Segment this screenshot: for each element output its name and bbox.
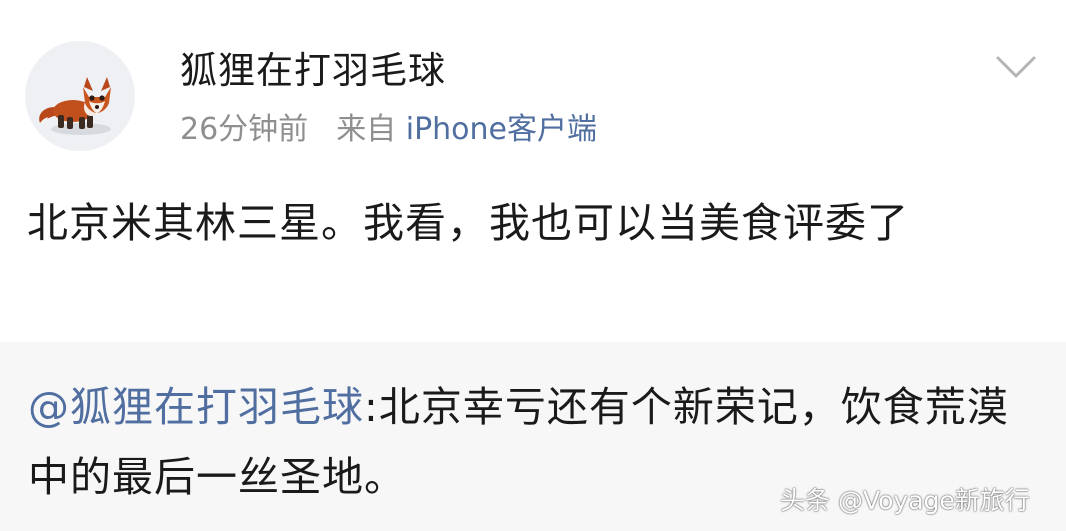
- post-meta: 26分钟前 来自 iPhone客户端: [180, 110, 597, 150]
- chevron-down-icon: [996, 56, 1036, 78]
- fox-avatar-icon: [39, 77, 111, 135]
- post-body-text: 北京米其林三星。我看，我也可以当美食评委了: [27, 199, 909, 247]
- quote-mention-link[interactable]: @狐狸在打羽毛球: [28, 383, 364, 431]
- weibo-post-card: 狐狸在打羽毛球 26分钟前 来自 iPhone客户端 北京米其林三星。我看，我也可…: [0, 0, 1066, 342]
- watermark-text: 头条 @Voyage新旅行: [780, 486, 1030, 515]
- post-menu-button[interactable]: [996, 54, 1036, 82]
- author-name[interactable]: 狐狸在打羽毛球: [180, 48, 446, 94]
- source-prefix: 来自: [336, 112, 397, 147]
- post-source-link[interactable]: iPhone客户端: [406, 112, 597, 147]
- post-time: 26分钟前: [180, 112, 309, 147]
- author-avatar[interactable]: [25, 41, 135, 151]
